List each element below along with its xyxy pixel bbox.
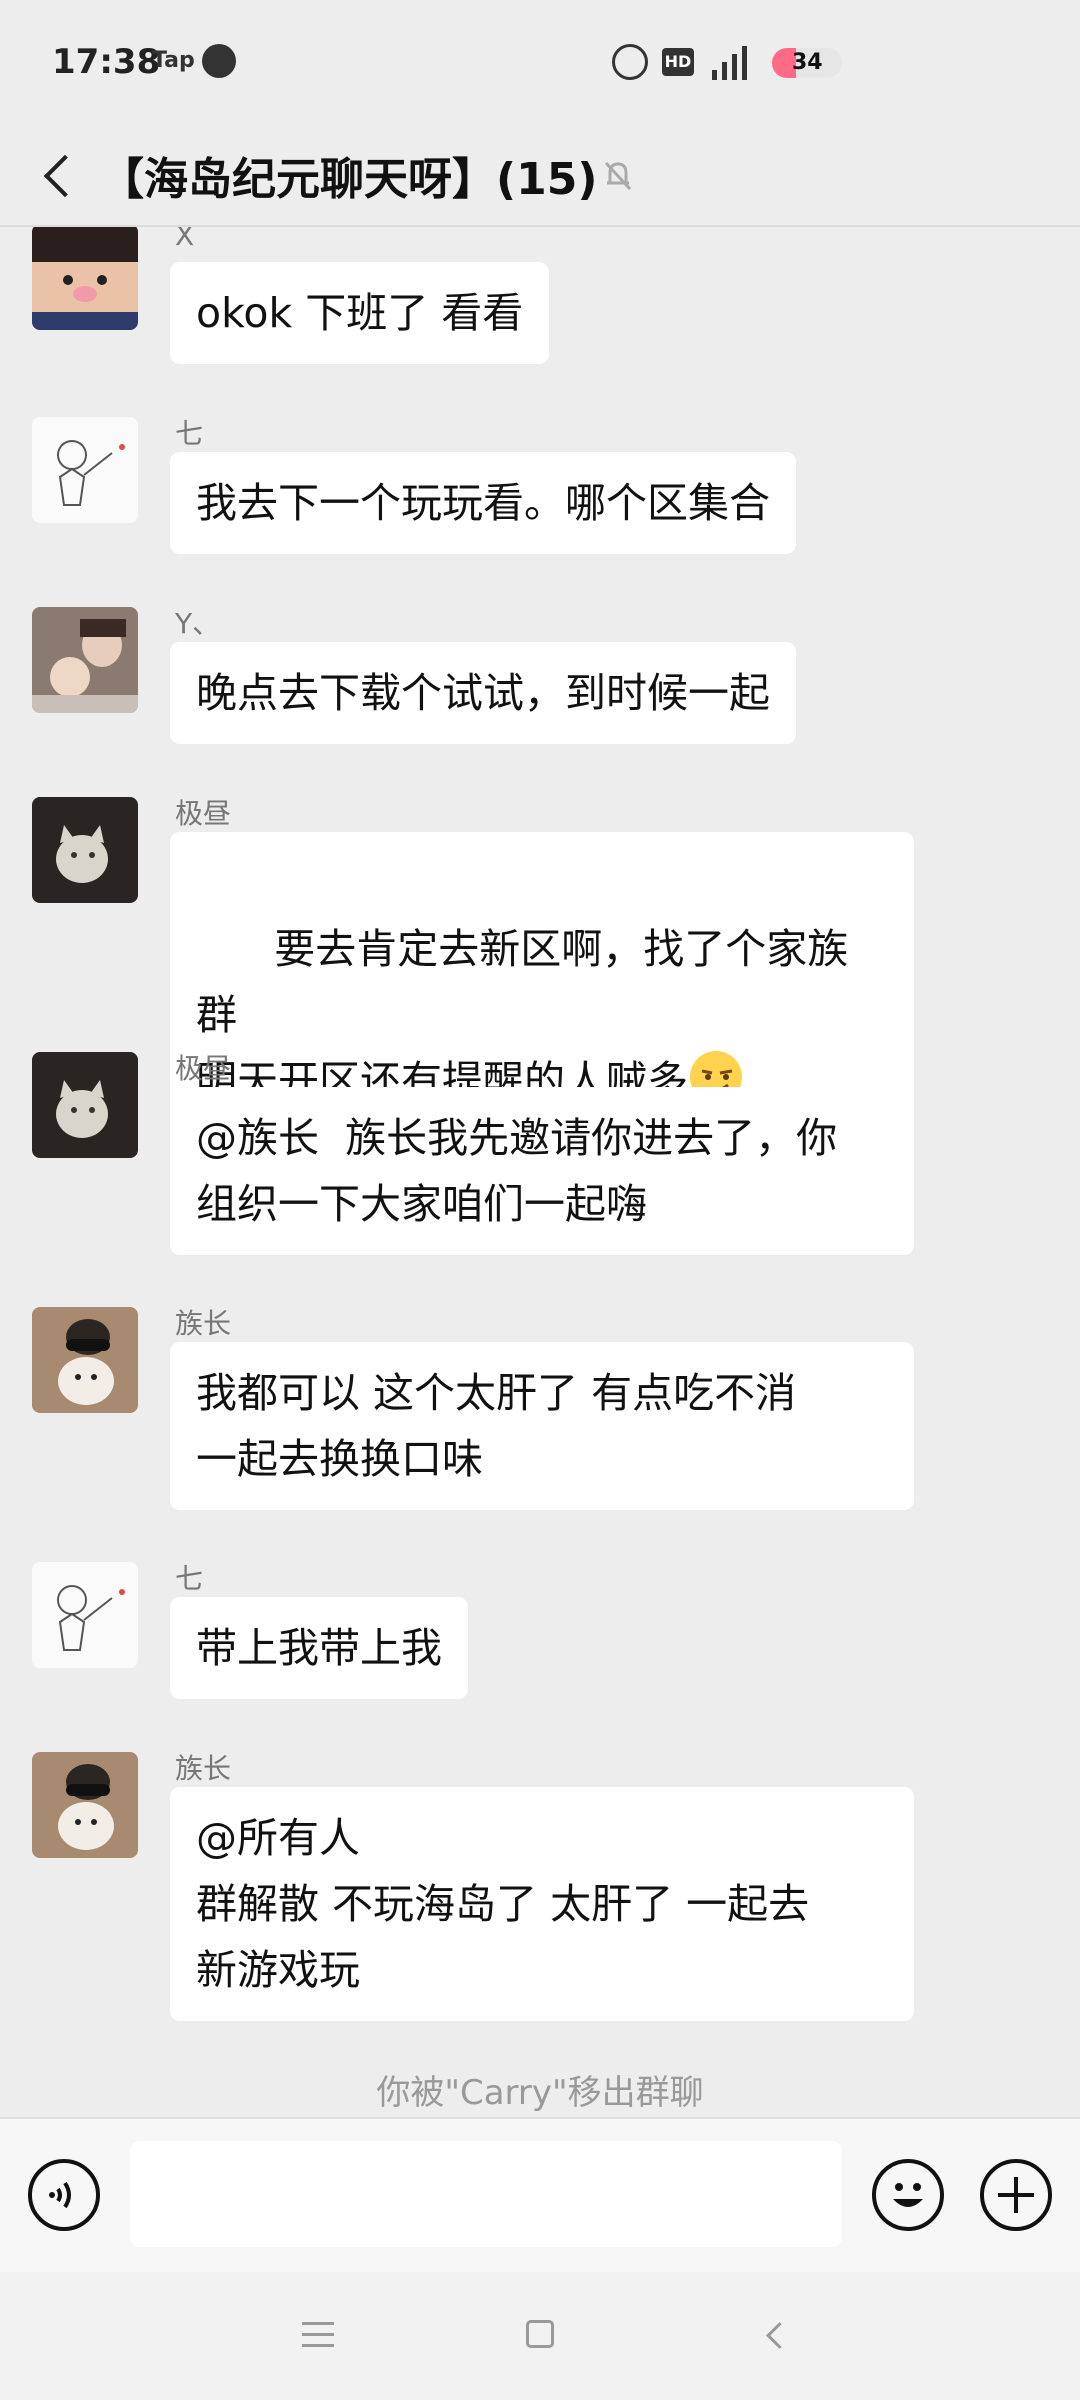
cat-avatar[interactable] bbox=[32, 1052, 138, 1158]
system-navigation-bar bbox=[0, 2272, 1080, 2400]
message-bubble[interactable]: okok 下班了 看看 bbox=[170, 262, 550, 364]
sender-name: 族长 bbox=[175, 1752, 232, 1785]
sender-name: X bbox=[175, 227, 195, 252]
voice-button[interactable] bbox=[28, 2159, 100, 2231]
sender-name: 极昼 bbox=[175, 1052, 232, 1085]
smiley-face-icon bbox=[893, 2183, 923, 2207]
emoji-button[interactable] bbox=[872, 2159, 944, 2231]
message-bubble[interactable]: @所有人 群解散 不玩海岛了 太肝了 一起去 新游戏玩 bbox=[170, 1787, 914, 2021]
status-bar: 17:38 Tap HD 34 bbox=[0, 0, 1080, 125]
hd-badge: HD bbox=[662, 48, 694, 76]
menu-icon[interactable] bbox=[302, 2322, 334, 2348]
more-options-button[interactable] bbox=[980, 2159, 1052, 2231]
signal-icon bbox=[712, 40, 762, 80]
bell-muted-icon bbox=[604, 161, 632, 191]
voice-icon bbox=[49, 2181, 71, 2209]
system-notice: 你被"Carry"移出群聊 bbox=[376, 2073, 704, 2113]
battery-indicator: 34 bbox=[772, 48, 842, 78]
clock: 17:38 bbox=[52, 42, 161, 82]
sender-name: 七 bbox=[175, 1562, 204, 1595]
chat-title[interactable]: 【海岛纪元聊天呀】(15) bbox=[100, 143, 597, 207]
message-bubble[interactable]: 晚点去下载个试试，到时候一起 bbox=[170, 642, 796, 744]
sender-name: 七 bbox=[175, 417, 204, 450]
home-square-icon[interactable] bbox=[526, 2320, 554, 2348]
sender-name: Y、 bbox=[175, 607, 221, 640]
chat-header: 【海岛纪元聊天呀】(15) bbox=[0, 125, 1080, 225]
alarm-icon bbox=[612, 44, 648, 80]
sender-name: 族长 bbox=[175, 1307, 232, 1340]
sketch-boy-avatar[interactable] bbox=[32, 1562, 138, 1668]
dog-goggles-avatar[interactable] bbox=[32, 1752, 138, 1858]
globe-icon bbox=[202, 44, 236, 78]
cat-avatar[interactable] bbox=[32, 797, 138, 903]
back-button[interactable] bbox=[38, 155, 78, 195]
message-text: 要去肯定去新区啊，找了个家族群 明天开区还有提醒的人贼多 bbox=[196, 925, 849, 1105]
message-input[interactable] bbox=[130, 2141, 842, 2247]
mother-baby-avatar[interactable] bbox=[32, 607, 138, 713]
sender-name: 极昼 bbox=[175, 797, 232, 830]
message-bubble[interactable]: 我去下一个玩玩看。哪个区集合 bbox=[170, 452, 796, 554]
battery-level: 34 bbox=[792, 50, 823, 75]
message-list[interactable]: X okok 下班了 看看 七 我去下一个玩玩看。哪个区集合 Y、 晚点去下载个… bbox=[0, 227, 1080, 2117]
message-bubble[interactable]: 我都可以 这个太肝了 有点吃不消 一起去换换口味 bbox=[170, 1342, 914, 1510]
back-triangle-icon[interactable] bbox=[760, 2320, 790, 2350]
input-bar bbox=[0, 2117, 1080, 2272]
pig-nose-kid-avatar[interactable] bbox=[32, 227, 138, 330]
message-bubble[interactable]: 带上我带上我 bbox=[170, 1597, 468, 1699]
message-bubble[interactable]: @族长 族长我先邀请你进去了，你 组织一下大家咱们一起嗨 bbox=[170, 1087, 914, 1255]
dog-goggles-avatar[interactable] bbox=[32, 1307, 138, 1413]
tap-app-badge: Tap bbox=[152, 48, 195, 73]
sketch-boy-avatar[interactable] bbox=[32, 417, 138, 523]
